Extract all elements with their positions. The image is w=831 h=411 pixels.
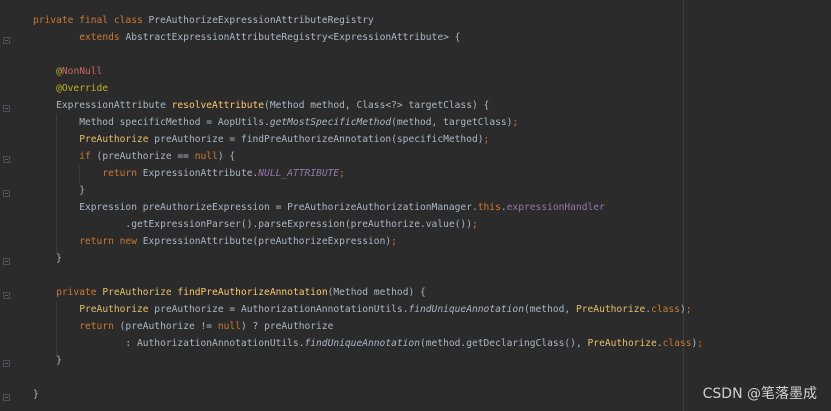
- code-line: ExpressionAttribute resolveAttribute(Met…: [33, 100, 490, 111]
- code-editor[interactable]: private final class PreAuthorizeExpressi…: [0, 0, 831, 411]
- code-line: return (preAuthorize != null) ? preAutho…: [79, 321, 334, 332]
- code-line: }: [33, 355, 62, 366]
- code-line: extends AbstractExpressionAttributeRegis…: [79, 32, 461, 43]
- code-line: private final class PreAuthorizeExpressi…: [33, 15, 374, 26]
- code-line: return new ExpressionAttribute(preAuthor…: [79, 236, 397, 247]
- code-line: }: [33, 389, 39, 400]
- code-content[interactable]: private final class PreAuthorizeExpressi…: [0, 12, 703, 403]
- code-line: if (preAuthorize == null) {: [79, 151, 236, 162]
- watermark: CSDN @笔落墨成: [702, 386, 817, 402]
- code-line: Expression preAuthorizeExpression = PreA…: [33, 202, 605, 213]
- code-line: }: [33, 185, 85, 196]
- code-line: : AuthorizationAnnotationUtils.findUniqu…: [33, 338, 704, 349]
- code-line: PreAuthorize preAuthorize = Authorizatio…: [79, 304, 692, 315]
- code-line: Method specificMethod = AopUtils.getMost…: [33, 117, 519, 128]
- code-line: }: [33, 253, 62, 264]
- code-line: @Override: [56, 83, 109, 94]
- code-line: PreAuthorize preAuthorize = findPreAutho…: [79, 134, 490, 145]
- code-line: .getExpressionParser().parseExpression(p…: [33, 219, 478, 230]
- code-line: @NonNull: [56, 66, 103, 77]
- code-line: private PreAuthorize findPreAuthorizeAnn…: [56, 287, 426, 298]
- code-line: return ExpressionAttribute.NULL_ATTRIBUT…: [102, 168, 345, 179]
